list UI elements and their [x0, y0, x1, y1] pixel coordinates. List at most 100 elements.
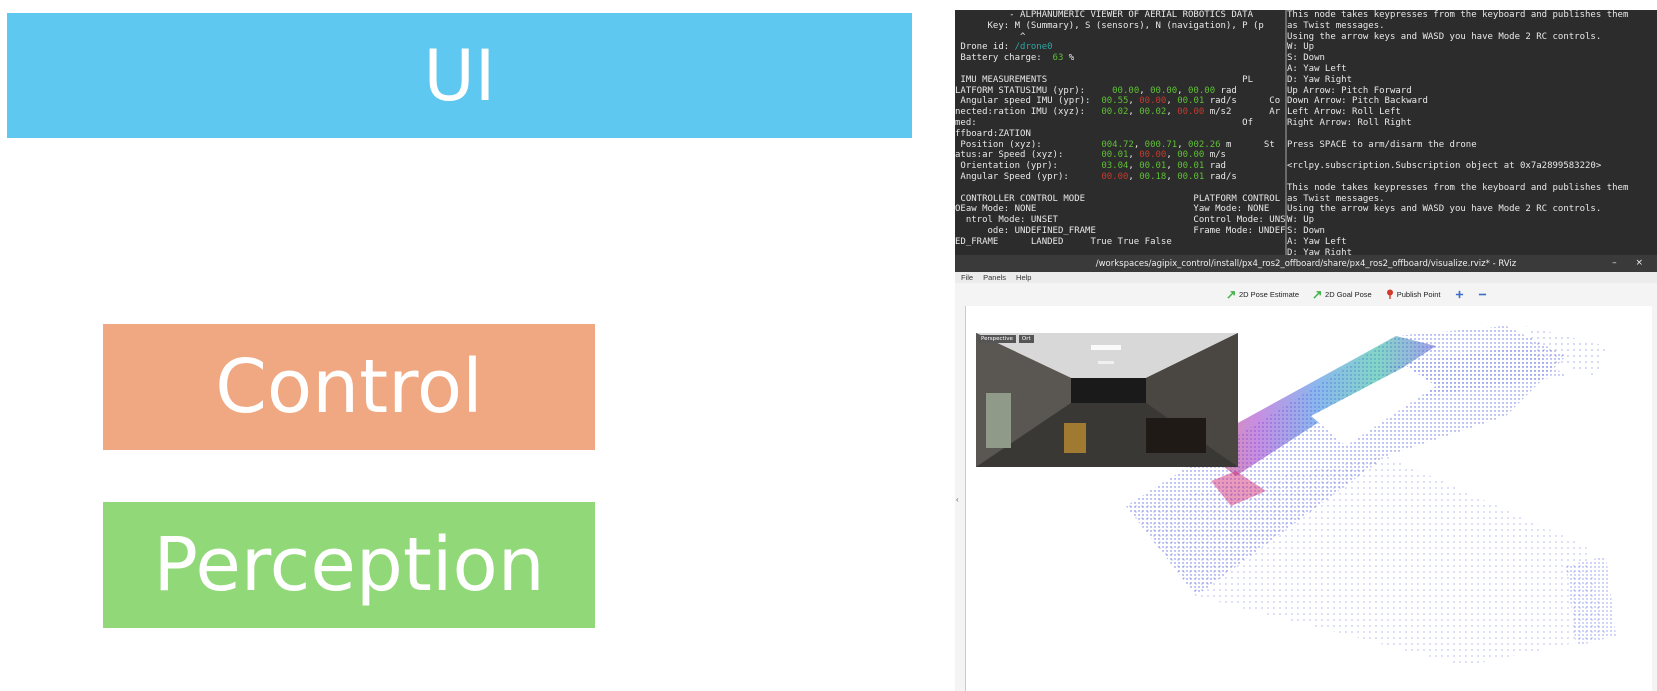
terminal-line: W: Up — [1287, 42, 1315, 53]
terminal-line: ED_FRAME LANDED True True False — [955, 237, 1286, 248]
terminal-text: , — [1166, 107, 1178, 118]
tool-label: Publish Point — [1396, 289, 1441, 299]
camera-view-tabs: Perspective Ort — [978, 335, 1034, 343]
terminal-line: Orientation (ypr): 03.04, 00.01, 00.01 r… — [955, 161, 1286, 172]
terminal-text: Drone id: — [955, 42, 1015, 53]
menu-file[interactable]: File — [961, 273, 973, 282]
terminal-line: Using the arrow keys and WASD you have M… — [1287, 204, 1602, 215]
tab-ortho[interactable]: Ort — [1018, 335, 1034, 343]
terminal-text: , — [1139, 85, 1151, 96]
tool-2d-pose-estimate[interactable]: 2D Pose Estimate — [1227, 290, 1299, 299]
telemetry-value: 00.00 — [1150, 85, 1178, 96]
telemetry-value: 00.02 — [1139, 107, 1167, 118]
terminal-text: IMU MEASUREMENTS PL — [955, 74, 1254, 85]
tool-label: 2D Goal Pose — [1325, 289, 1372, 299]
terminal-line: as Twist messages. — [1287, 20, 1385, 31]
terminal-line: med: Of — [955, 118, 1286, 129]
terminal-text: rad/s — [1204, 171, 1237, 182]
terminal-line: Battery charge: 63 % — [955, 53, 1286, 64]
menu-help[interactable]: Help — [1016, 273, 1031, 282]
terminal-text: Position (xyz): — [955, 139, 1102, 150]
terminal-text: m/s2 Ar — [1204, 107, 1281, 118]
terminal-line: atus:ar Speed (xyz): 00.01, 00.00, 00.00… — [955, 150, 1286, 161]
terminal-text: , — [1128, 171, 1140, 182]
telemetry-value: 00.01 — [1177, 96, 1205, 107]
tool-2d-goal-pose[interactable]: 2D Goal Pose — [1313, 290, 1372, 299]
terminal-text: , — [1128, 161, 1140, 172]
telemetry-value: 00.18 — [1139, 171, 1167, 182]
terminal-text: ^ — [955, 31, 1026, 42]
tool-publish-point[interactable]: Publish Point — [1386, 289, 1441, 299]
terminal-text: , — [1128, 150, 1140, 161]
menu-panels[interactable]: Panels — [983, 273, 1006, 282]
perception-block: Perception — [103, 502, 595, 628]
terminal-line: Drone id: /drone0 — [955, 42, 1286, 53]
terminal-text: m/s — [1204, 150, 1226, 161]
rviz-title-bar[interactable]: /workspaces/agipix_control/install/px4_r… — [955, 255, 1657, 272]
terminal-line: S: Down — [1287, 53, 1325, 64]
rviz-menu-bar: File Panels Help — [955, 272, 1657, 283]
green-arrow-icon — [1227, 290, 1235, 299]
telemetry-value: 63 — [1052, 53, 1064, 64]
telemetry-value: 00.01 — [1177, 161, 1205, 172]
rviz-toolbar: 2D Pose Estimate 2D Goal Pose Publish Po… — [955, 283, 1657, 305]
terminal-line: A: Yaw Left — [1287, 63, 1347, 74]
terminal-text: Orientation (ypr): — [955, 161, 1102, 172]
terminal-text: , — [1177, 139, 1189, 150]
terminal-line: D: Yaw Right — [1287, 247, 1353, 255]
terminal-text: , — [1128, 107, 1140, 118]
terminal-line: IMU MEASUREMENTS PL — [955, 75, 1286, 86]
terminal-line: W: Up — [1287, 215, 1315, 226]
terminal-line: Key: M (Summary), S (sensors), N (naviga… — [955, 21, 1286, 32]
terminal-text: ntrol Mode: UNSET Control Mode: UNSET — [955, 215, 1286, 226]
telemetry-value: 00.00 — [1139, 150, 1167, 161]
terminal-line: OEaw Mode: NONE Yaw Mode: NONE — [955, 204, 1286, 215]
tool-add[interactable] — [1455, 290, 1464, 299]
panel-collapse-handle[interactable]: ‹ — [956, 495, 959, 504]
terminal-line: as Twist messages. — [1287, 193, 1385, 204]
terminal-text: % — [1063, 53, 1075, 64]
terminal-text: ode: UNDEFINED_FRAME Frame Mode: UNDEFIN — [955, 225, 1287, 236]
telemetry-value: 00.01 — [1101, 150, 1129, 161]
rviz-window[interactable]: /workspaces/agipix_control/install/px4_r… — [955, 255, 1657, 691]
terminal-text: rad — [1204, 161, 1226, 172]
minus-icon — [1478, 293, 1486, 295]
camera-feed-image — [976, 333, 1238, 467]
terminal-text: LATFORM STATUSIMU (ypr): — [955, 85, 1113, 96]
terminal-text: , — [1177, 85, 1189, 96]
terminal-line: This node takes keypresses from the keyb… — [1287, 182, 1629, 193]
terminal-text: , — [1166, 161, 1178, 172]
terminal-line: nected:ration IMU (xyz): 00.02, 00.02, 0… — [955, 107, 1286, 118]
telemetry-value: 002.26 — [1188, 139, 1221, 150]
alphanumeric-viewer-terminal[interactable]: - ALPHANUMERIC VIEWER OF AERIAL ROBOTICS… — [955, 10, 1286, 255]
terminal-line: Left Arrow: Roll Left — [1287, 107, 1401, 118]
telemetry-value: /drone0 — [1014, 42, 1053, 53]
terminal-line: Press SPACE to arm/disarm the drone — [1287, 139, 1477, 150]
terminal-line: ntrol Mode: UNSET Control Mode: UNSET — [955, 215, 1286, 226]
telemetry-value: 00.00 — [1112, 85, 1140, 96]
telemetry-value: 004.72 — [1101, 139, 1134, 150]
tab-perspective[interactable]: Perspective — [978, 335, 1016, 343]
terminal-text: ED_FRAME LANDED True True False — [955, 236, 1172, 247]
window-controls[interactable]: – × — [1612, 258, 1651, 268]
terminal-line: Angular Speed (ypr): 00.00, 00.18, 00.01… — [955, 172, 1286, 183]
keyboard-teleop-terminal[interactable]: This node takes keypresses from the keyb… — [1287, 10, 1657, 255]
terminal-text: Key: M (Summary), S (sensors), N (naviga… — [955, 20, 1264, 31]
terminal-line: ffboard:ZATION — [955, 129, 1286, 140]
terminal-line: A: Yaw Left — [1287, 236, 1347, 247]
terminal-line: <rclpy.subscription.Subscription object … — [1287, 161, 1602, 172]
terminal-line: S: Down — [1287, 225, 1325, 236]
terminal-text: , — [1166, 96, 1178, 107]
terminal-text: rad/s Co — [1204, 96, 1281, 107]
3d-viewport[interactable]: Perspective Ort — [965, 306, 1652, 691]
telemetry-value: 00.00 — [1177, 150, 1205, 161]
terminal-text: Angular speed IMU (ypr): — [955, 96, 1102, 107]
telemetry-value: 00.00 — [1188, 85, 1216, 96]
camera-image-panel[interactable]: Perspective Ort — [976, 333, 1238, 467]
terminal-text: atus:ar Speed (xyz): — [955, 150, 1102, 161]
terminal-text: CONTROLLER CONTROL MODE PLATFORM CONTROL… — [955, 193, 1286, 204]
tool-remove[interactable] — [1478, 290, 1487, 299]
